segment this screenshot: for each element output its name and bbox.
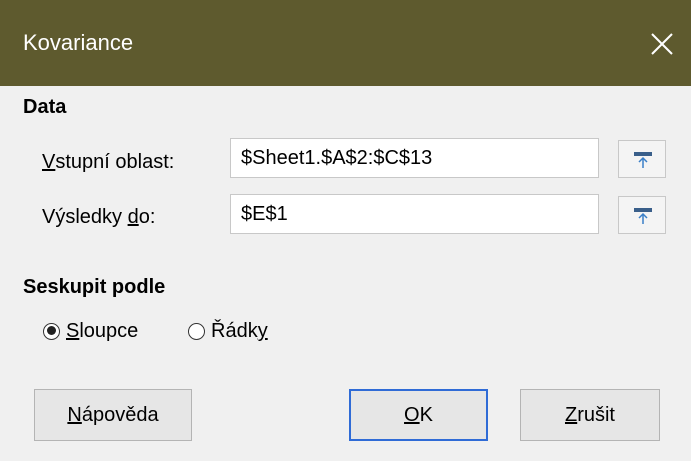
grouping-section-heading: Seskupit podle [23,276,166,298]
radio-rows[interactable]: Řádky [188,319,268,343]
close-button[interactable] [640,22,684,66]
results-to-field[interactable] [230,194,599,234]
radio-rows-indicator[interactable] [188,322,205,340]
cancel-button[interactable]: Zrušit [520,389,660,441]
shrink-dialog-icon [634,152,652,168]
input-range-label-text: stupní oblast: [55,151,175,173]
radio-columns[interactable]: Sloupce [43,319,138,343]
input-range-label: Vstupní oblast: [42,150,174,174]
input-range-label-mnemonic: V [42,151,56,173]
close-icon [651,33,673,55]
ok-button-text: K [419,403,433,426]
results-to-label-mnemonic: d [127,206,139,228]
dialog-title: Kovariance [23,30,134,55]
radio-columns-label: Sloupce [66,319,138,343]
help-button-text: ápověda [81,403,159,426]
results-to-label-pre: Výsledky [42,206,128,228]
radio-rows-label: Řádky [211,319,268,343]
title-bar: Kovariance [0,0,691,86]
dialog-window: Kovariance Data Vstupní oblast: Výsledky… [0,0,691,461]
radio-columns-text: loupce [79,320,139,342]
ok-button[interactable]: OK [349,389,488,441]
input-range-field[interactable] [230,138,599,178]
results-to-label: Výsledky do: [42,205,155,229]
ok-button-mnemonic: O [404,403,420,426]
help-button-mnemonic: N [67,403,82,426]
data-section-heading: Data [23,96,67,118]
results-to-shrink-button[interactable] [618,196,666,234]
radio-rows-text: Řádk [211,320,258,342]
radio-columns-indicator[interactable] [43,322,60,340]
shrink-dialog-icon [634,208,652,224]
radio-columns-mnemonic: S [66,320,80,342]
cancel-button-text: rušit [577,403,615,426]
input-range-shrink-button[interactable] [618,140,666,178]
radio-rows-mnemonic: y [257,320,268,342]
results-to-label-post: o: [138,206,156,228]
cancel-button-mnemonic: Z [564,403,578,426]
help-button[interactable]: Nápověda [34,389,192,441]
